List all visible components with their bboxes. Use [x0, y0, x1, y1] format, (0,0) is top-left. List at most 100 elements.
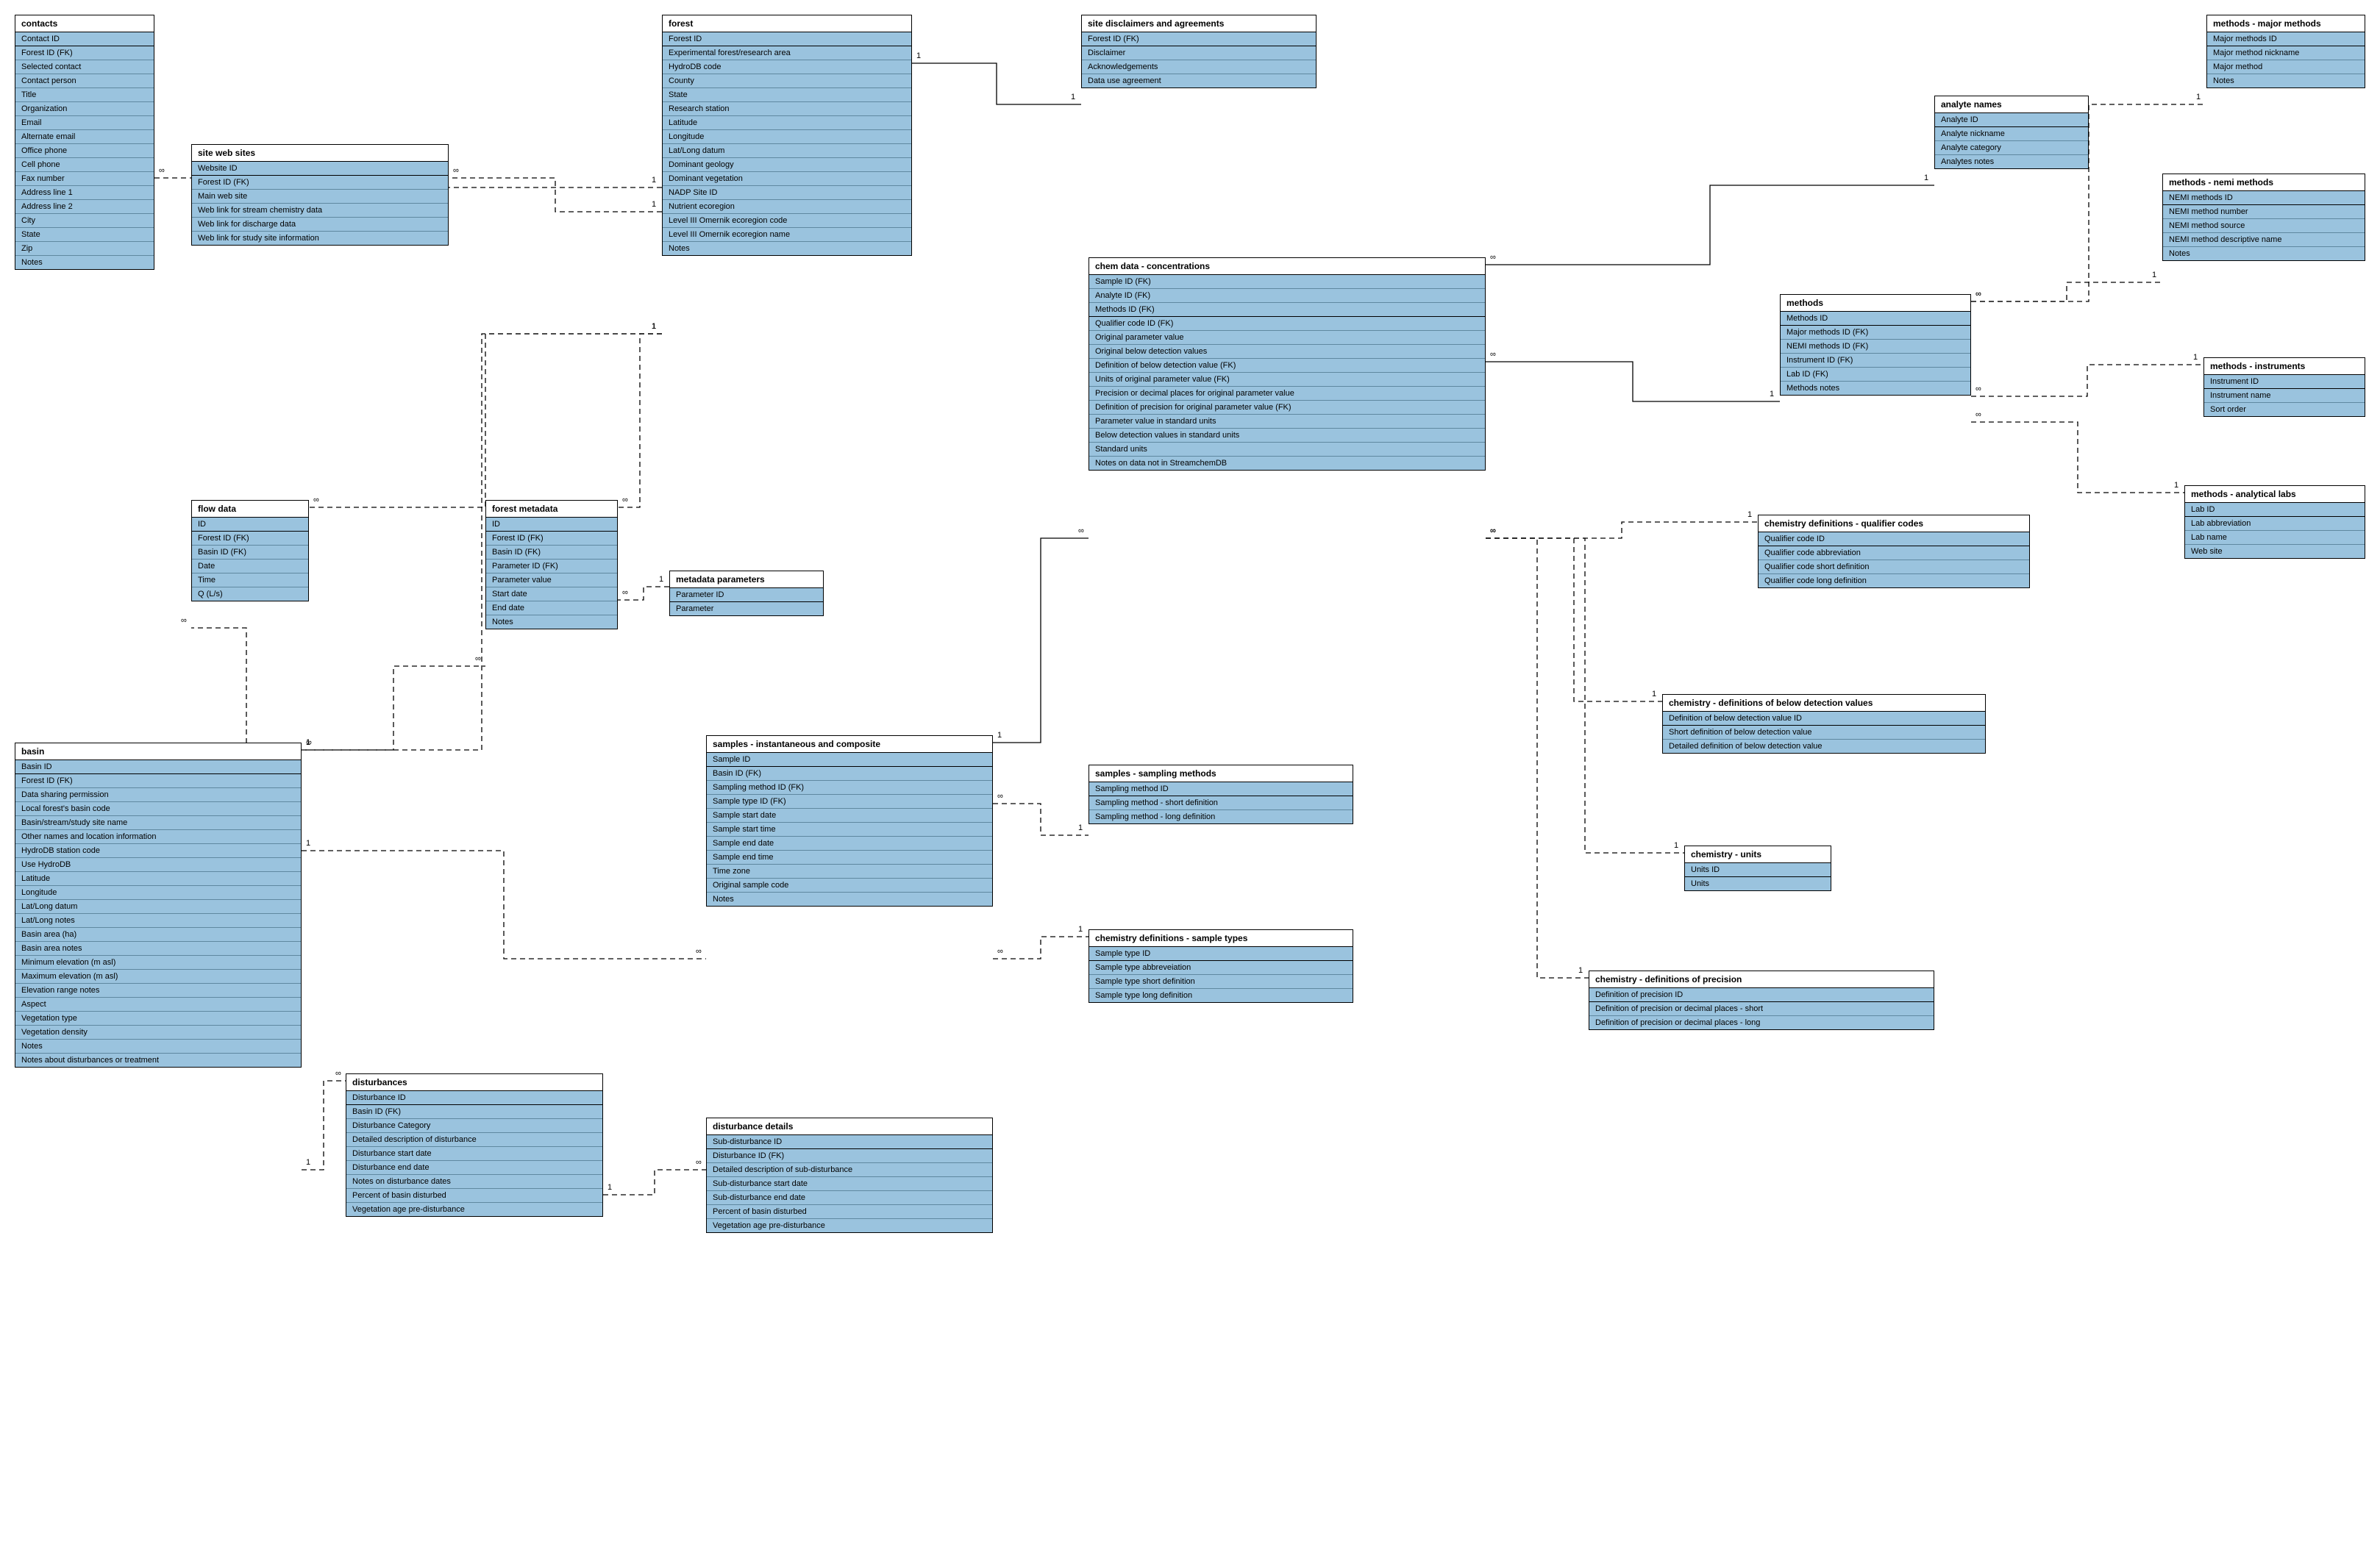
table-units[interactable]: chemistry - unitsUnits IDUnits	[1684, 846, 1831, 891]
column: Basin ID (FK)	[192, 546, 308, 560]
column: Basin ID (FK)	[707, 767, 992, 781]
column-pk: Basin ID	[15, 760, 301, 774]
column: Definition of precision or decimal place…	[1589, 1002, 1934, 1016]
table-title: chemistry - definitions of below detecti…	[1663, 695, 1985, 712]
table-forest_meta[interactable]: forest metadataIDForest ID (FK)Basin ID …	[485, 500, 618, 629]
column: Local forest's basin code	[15, 802, 301, 816]
column-pk: Sample type ID	[1089, 947, 1353, 961]
column: Detailed definition of below detection v…	[1663, 740, 1985, 753]
table-contacts[interactable]: contactsContact IDForest ID (FK)Selected…	[15, 15, 154, 270]
column: State	[15, 228, 154, 242]
column: Latitude	[663, 116, 911, 130]
column: Time zone	[707, 865, 992, 879]
column-pk: Forest ID	[663, 32, 911, 46]
table-disturb[interactable]: disturbancesDisturbance IDBasin ID (FK)D…	[346, 1073, 603, 1217]
column: Maximum elevation (m asl)	[15, 970, 301, 984]
column-pk: Units ID	[1685, 863, 1831, 877]
table-title: samples - instantaneous and composite	[707, 736, 992, 753]
column: Methods notes	[1781, 382, 1970, 395]
table-disclaimers[interactable]: site disclaimers and agreementsForest ID…	[1081, 15, 1317, 88]
table-title: chemistry - definitions of precision	[1589, 971, 1934, 988]
column: Level III Omernik ecoregion code	[663, 214, 911, 228]
column: Below detection values in standard units	[1089, 429, 1485, 443]
table-chem_data[interactable]: chem data - concentrationsSample ID (FK)…	[1089, 257, 1486, 471]
column: Start date	[486, 587, 617, 601]
column: Acknowledgements	[1082, 60, 1316, 74]
table-site_web[interactable]: site web sitesWebsite IDForest ID (FK)Ma…	[191, 144, 449, 246]
column: Short definition of below detection valu…	[1663, 726, 1985, 740]
table-methods[interactable]: methodsMethods IDMajor methods ID (FK)NE…	[1780, 294, 1971, 396]
column: Title	[15, 88, 154, 102]
column: Notes on data not in StreamchemDB	[1089, 457, 1485, 470]
table-sample_types[interactable]: chemistry definitions - sample typesSamp…	[1089, 929, 1353, 1003]
cardinality-label: ∞	[622, 588, 628, 597]
table-precision[interactable]: chemistry - definitions of precisionDefi…	[1589, 971, 1934, 1030]
column-pk: Sample ID	[707, 753, 992, 767]
column: Other names and location information	[15, 830, 301, 844]
column: Units of original parameter value (FK)	[1089, 373, 1485, 387]
cardinality-label: 1	[1674, 841, 1678, 850]
column: Analyte nickname	[1935, 127, 2088, 141]
column: Disturbance start date	[346, 1147, 602, 1161]
table-major_methods[interactable]: methods - major methodsMajor methods IDM…	[2206, 15, 2365, 88]
column: NEMI methods ID (FK)	[1781, 340, 1970, 354]
column: Notes on disturbance dates	[346, 1175, 602, 1189]
table-basin[interactable]: basinBasin IDForest ID (FK)Data sharing …	[15, 743, 302, 1068]
table-samples[interactable]: samples - instantaneous and compositeSam…	[706, 735, 993, 907]
column: Units	[1685, 877, 1831, 890]
column: Main web site	[192, 190, 448, 204]
column: Lat/Long datum	[15, 900, 301, 914]
column: Notes	[486, 615, 617, 629]
table-analyte[interactable]: analyte namesAnalyte IDAnalyte nicknameA…	[1934, 96, 2089, 169]
column: City	[15, 214, 154, 228]
column: Original parameter value	[1089, 331, 1485, 345]
column: Sample end date	[707, 837, 992, 851]
column: NEMI method source	[2163, 219, 2365, 233]
column: Disturbance ID (FK)	[707, 1149, 992, 1163]
column: NADP Site ID	[663, 186, 911, 200]
cardinality-label: 1	[306, 1158, 310, 1167]
table-title: methods - instruments	[2204, 358, 2365, 375]
column: Selected contact	[15, 60, 154, 74]
column: Aspect	[15, 998, 301, 1012]
table-title: methods - analytical labs	[2185, 486, 2365, 503]
column: Notes	[15, 1040, 301, 1054]
column: Original sample code	[707, 879, 992, 893]
cardinality-label: ∞	[622, 496, 628, 504]
cardinality-label: ∞	[181, 616, 187, 625]
column-pk: Website ID	[192, 162, 448, 176]
table-forest[interactable]: forestForest IDExperimental forest/resea…	[662, 15, 912, 256]
column: Sample start date	[707, 809, 992, 823]
column: Notes	[707, 893, 992, 906]
column-pk: Sampling method ID	[1089, 782, 1353, 796]
column-pk: Lab ID	[2185, 503, 2365, 517]
table-labs[interactable]: methods - analytical labsLab IDLab abbre…	[2184, 485, 2365, 559]
erd-canvas: contactsContact IDForest ID (FK)Selected…	[0, 0, 2380, 1544]
column-pk: Definition of precision ID	[1589, 988, 1934, 1002]
table-nemi[interactable]: methods - nemi methodsNEMI methods IDNEM…	[2162, 174, 2365, 261]
cardinality-label: ∞	[313, 496, 319, 504]
column: Sub-disturbance start date	[707, 1177, 992, 1191]
column: Standard units	[1089, 443, 1485, 457]
column: Percent of basin disturbed	[707, 1205, 992, 1219]
table-title: disturbance details	[707, 1118, 992, 1135]
table-bdv[interactable]: chemistry - definitions of below detecti…	[1662, 694, 1986, 754]
table-title: analyte names	[1935, 96, 2088, 113]
table-meta_params[interactable]: metadata parametersParameter IDParameter	[669, 571, 824, 616]
cardinality-label: 1	[997, 731, 1002, 740]
table-disturb_detail[interactable]: disturbance detailsSub-disturbance IDDis…	[706, 1118, 993, 1233]
table-qual[interactable]: chemistry definitions - qualifier codesQ…	[1758, 515, 2030, 588]
column: Contact person	[15, 74, 154, 88]
column-pk: Disturbance ID	[346, 1091, 602, 1105]
table-instruments[interactable]: methods - instrumentsInstrument IDInstru…	[2203, 357, 2365, 417]
column: Minimum elevation (m asl)	[15, 956, 301, 970]
table-sampling_methods[interactable]: samples - sampling methodsSampling metho…	[1089, 765, 1353, 824]
column: NEMI method number	[2163, 205, 2365, 219]
column: Data sharing permission	[15, 788, 301, 802]
column: Sample type long definition	[1089, 989, 1353, 1002]
column: Basin/stream/study site name	[15, 816, 301, 830]
column-pk: Definition of below detection value ID	[1663, 712, 1985, 726]
cardinality-label: ∞	[1078, 526, 1084, 535]
table-flow[interactable]: flow dataIDForest ID (FK)Basin ID (FK)Da…	[191, 500, 309, 601]
cardinality-label: 1	[652, 322, 656, 331]
